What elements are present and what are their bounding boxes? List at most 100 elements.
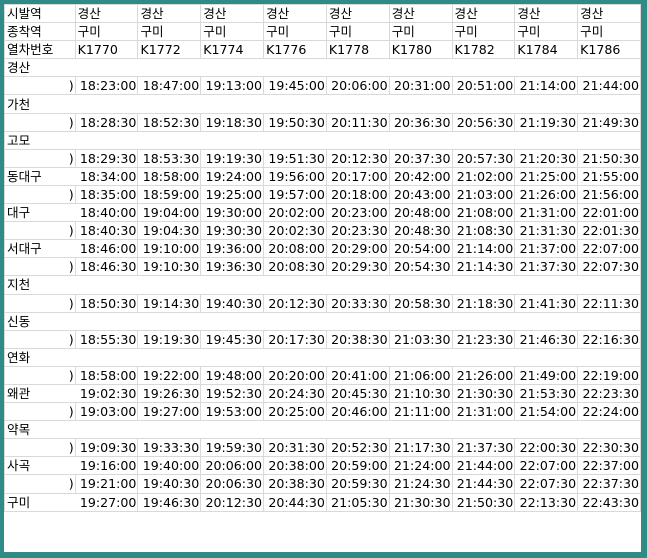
time-cell: 21:08:00	[451, 203, 516, 223]
time-cell: 19:40:00	[137, 456, 202, 476]
station-name: 구미	[4, 492, 76, 512]
dest-cell: 구미	[325, 22, 390, 42]
train-number-cell: K1774	[200, 40, 265, 60]
empty-cell	[577, 420, 641, 440]
time-row: ) 18:46:30 19:10:30 19:36:30 20:08:30 20:29:3…	[4, 257, 641, 277]
empty-cell	[75, 275, 138, 295]
empty-cell	[326, 58, 390, 78]
time-row: ) 18:55:30 19:19:30 19:45:30 20:17:30 20:38:3…	[4, 329, 641, 349]
time-cell: 22:07:00	[577, 239, 641, 259]
time-cell: 18:50:30	[74, 293, 139, 313]
empty-cell	[514, 94, 578, 114]
time-cell: 21:30:30	[451, 383, 516, 404]
station-name: 사곡	[4, 456, 76, 476]
time-cell: 21:53:30	[514, 383, 579, 404]
time-cell: 21:17:30	[388, 438, 453, 458]
station-name: 서대구	[4, 239, 76, 259]
empty-cell	[200, 347, 264, 367]
time-cell: 21:24:30	[388, 474, 453, 494]
time-cell: 22:01:00	[577, 203, 641, 223]
empty-cell	[326, 347, 390, 367]
time-cell: 22:07:00	[514, 456, 579, 476]
time-cell: 19:14:30	[137, 293, 202, 313]
time-cell: 20:57:30	[451, 148, 516, 168]
station-time-row: 대구 18:40:00 19:04:00 19:30:00 20:02:00 20:23:…	[4, 203, 641, 223]
empty-cell	[75, 420, 138, 440]
time-cell: 20:02:00	[263, 203, 327, 223]
empty-cell	[200, 58, 264, 78]
empty-cell	[514, 311, 578, 331]
station-name: 약목	[4, 420, 76, 440]
origin-cell: 경산	[577, 4, 641, 24]
time-cell: 20:12:30	[200, 492, 265, 512]
empty-cell	[452, 130, 515, 150]
time-cell: 21:02:00	[451, 166, 516, 186]
station-name: 동대구	[4, 166, 76, 186]
time-cell: 19:52:30	[200, 383, 265, 404]
time-cell: 20:06:00	[200, 456, 265, 476]
time-cell: 21:31:00	[451, 402, 516, 422]
time-cell: 20:48:30	[388, 221, 453, 241]
time-cell: 21:55:00	[577, 166, 641, 186]
time-cell: 20:43:00	[388, 184, 453, 205]
empty-cell	[263, 311, 327, 331]
origin-cell: 경산	[200, 4, 265, 24]
time-cell: 19:04:00	[137, 203, 202, 223]
time-cell: 18:59:00	[137, 184, 202, 205]
time-row: ) 18:29:30 18:53:30 19:19:30 19:51:30 20:12:3…	[4, 148, 641, 168]
empty-cell	[75, 58, 138, 78]
time-cell: 20:41:00	[325, 365, 390, 385]
empty-cell	[577, 275, 641, 295]
time-cell: 21:46:30	[514, 329, 579, 349]
time-cell: 19:59:30	[200, 438, 265, 458]
row-edge-mark: )	[4, 474, 76, 494]
train-number-cell: K1770	[74, 40, 139, 60]
time-row: ) 19:09:30 19:33:30 19:59:30 20:31:30 20:52:3…	[4, 438, 641, 458]
station-time-row: 서대구 18:46:00 19:10:00 19:36:00 20:08:00 20:29…	[4, 239, 641, 259]
empty-cell	[452, 420, 515, 440]
empty-cell	[452, 58, 515, 78]
time-cell: 19:10:00	[137, 239, 202, 259]
empty-cell	[577, 130, 641, 150]
empty-cell	[137, 311, 201, 331]
empty-cell	[452, 311, 515, 331]
time-cell: 18:53:30	[137, 148, 202, 168]
time-cell: 22:00:30	[514, 438, 579, 458]
time-cell: 19:24:00	[200, 166, 265, 186]
time-cell: 18:46:00	[74, 239, 139, 259]
origin-cell: 경산	[388, 4, 453, 24]
time-cell: 21:23:30	[451, 329, 516, 349]
station-name: 가천	[4, 94, 76, 114]
time-row: ) 18:23:00 18:47:00 19:13:00 19:45:00 20:06:0…	[4, 76, 641, 96]
station-time-row: 구미 19:27:00 19:46:30 20:12:30 20:44:30 21:05:…	[4, 492, 641, 512]
time-cell: 20:17:30	[263, 329, 327, 349]
time-cell: 19:45:30	[200, 329, 265, 349]
empty-cell	[514, 130, 578, 150]
empty-cell	[452, 94, 515, 114]
row-edge-mark: )	[4, 402, 76, 422]
time-cell: 21:03:00	[451, 184, 516, 205]
train-number-label: 열차번호	[4, 40, 76, 60]
empty-cell	[326, 94, 390, 114]
time-cell: 20:33:30	[325, 293, 390, 313]
time-cell: 20:46:00	[325, 402, 390, 422]
origin-cell: 경산	[263, 4, 327, 24]
empty-cell	[389, 275, 452, 295]
time-cell: 21:11:00	[388, 402, 453, 422]
time-cell: 19:45:00	[263, 76, 327, 96]
time-cell: 21:05:30	[325, 492, 390, 512]
time-cell: 19:57:00	[263, 184, 327, 205]
timetable: 시발역 경산 경산 경산 경산 경산 경산 경산 경산 경산 종착역 구미 구미 구미 구미 구미 구미 구미 구미…	[4, 4, 641, 512]
empty-cell	[75, 311, 138, 331]
time-cell: 19:09:30	[74, 438, 139, 458]
time-cell: 20:54:30	[388, 257, 453, 277]
row-edge-mark: )	[4, 112, 76, 132]
time-cell: 21:41:30	[514, 293, 579, 313]
time-cell: 20:58:30	[388, 293, 453, 313]
time-cell: 18:28:30	[74, 112, 139, 132]
time-cell: 19:27:00	[74, 492, 139, 512]
time-cell: 20:45:30	[325, 383, 390, 404]
train-number-cell: K1776	[263, 40, 327, 60]
empty-cell	[200, 420, 264, 440]
empty-cell	[137, 275, 201, 295]
